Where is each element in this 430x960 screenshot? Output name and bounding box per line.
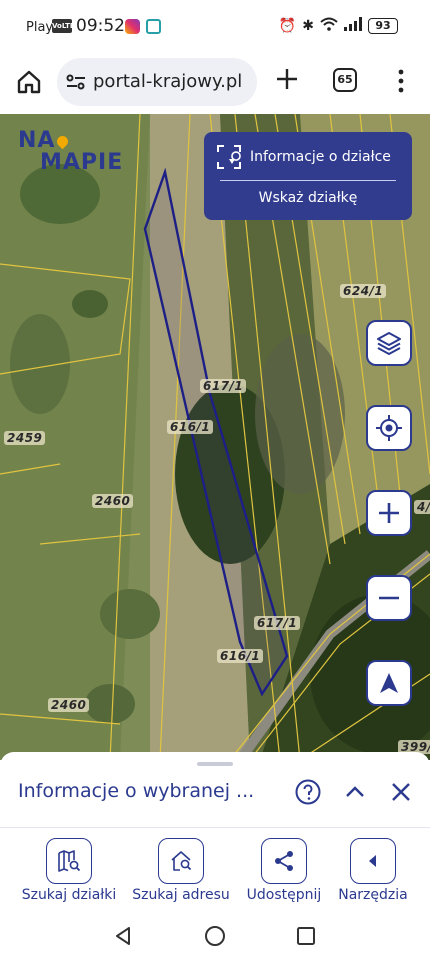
map-view[interactable]: NA MAPIE Informacje o działce Wskaż dzia… bbox=[0, 114, 430, 760]
na-mapie-logo: NA MAPIE bbox=[18, 130, 123, 174]
logo-line-2: MAPIE bbox=[40, 150, 124, 175]
sheet-title: Informacje o wybranej ... bbox=[18, 780, 255, 802]
search-address-label: Szukaj adresu bbox=[132, 887, 230, 903]
wifi-icon bbox=[320, 17, 338, 35]
sheet-drag-handle[interactable] bbox=[197, 762, 233, 766]
volte-icon: VoLTE bbox=[52, 19, 75, 33]
back-triangle-icon bbox=[116, 927, 130, 945]
home-nav-button[interactable] bbox=[203, 924, 227, 948]
instagram-notification-icon bbox=[125, 19, 140, 34]
app-notification-icon bbox=[146, 19, 161, 34]
tools-icon-box[interactable] bbox=[350, 838, 396, 884]
help-button[interactable] bbox=[294, 778, 322, 806]
tab-switcher-button[interactable]: 65 bbox=[333, 68, 357, 92]
chevron-up-icon bbox=[346, 786, 364, 797]
parcel-info-header[interactable]: Informacje o działce bbox=[216, 142, 402, 172]
address-bar[interactable]: portal-krajowy.pl bbox=[57, 58, 257, 106]
layers-icon bbox=[377, 332, 401, 356]
browser-menu-button[interactable] bbox=[391, 68, 411, 94]
battery-indicator: 93 bbox=[368, 18, 398, 34]
zoom-in-button[interactable] bbox=[366, 490, 412, 536]
parcel-label: 617/1 bbox=[200, 379, 247, 393]
tools-label: Narzędzia bbox=[338, 887, 408, 903]
clock: 09:52 bbox=[76, 16, 125, 36]
home-icon bbox=[17, 70, 41, 94]
url-text: portal-krajowy.pl bbox=[93, 71, 243, 92]
navigation-arrow-icon bbox=[380, 673, 398, 693]
minus-icon bbox=[379, 596, 399, 600]
signal-icon bbox=[344, 17, 362, 35]
share-icon-box[interactable] bbox=[261, 838, 307, 884]
recents-button[interactable] bbox=[294, 924, 318, 948]
parcel-info-title: Informacje o działce bbox=[250, 149, 391, 165]
status-bar: Play VoLTE 09:52 ⏰ ✱ 93 bbox=[0, 0, 430, 56]
carrier-label: Play bbox=[26, 20, 54, 35]
search-address-button[interactable]: Szukaj adresu bbox=[126, 838, 236, 903]
parcel-label: 2459 bbox=[4, 431, 46, 445]
zoom-out-button[interactable] bbox=[366, 575, 412, 621]
system-navigation-bar bbox=[0, 914, 430, 960]
search-parcel-icon-box[interactable] bbox=[46, 838, 92, 884]
parcel-details-sheet[interactable]: Informacje o wybranej ... bbox=[0, 752, 430, 828]
parcel-label: 2460 bbox=[92, 494, 134, 508]
location-target-icon bbox=[376, 415, 402, 441]
close-sheet-button[interactable] bbox=[389, 780, 413, 804]
help-icon bbox=[295, 779, 321, 805]
bluetooth-icon: ✱ bbox=[302, 18, 314, 34]
site-settings-icon[interactable] bbox=[65, 71, 87, 93]
parcel-label: 617/1 bbox=[254, 616, 301, 630]
expand-sheet-button[interactable] bbox=[343, 780, 367, 804]
home-circle-icon bbox=[205, 926, 225, 946]
share-icon bbox=[275, 851, 293, 871]
parcel-label: 616/1 bbox=[167, 420, 214, 434]
select-parcel-icon bbox=[217, 145, 241, 169]
plus-icon bbox=[379, 503, 399, 523]
logo-pin-icon bbox=[55, 133, 71, 150]
home-search-icon bbox=[171, 851, 192, 871]
search-parcel-label: Szukaj działki bbox=[21, 887, 117, 903]
map-search-icon bbox=[58, 850, 81, 872]
parcel-info-panel[interactable]: Informacje o działce Wskaż działkę bbox=[204, 132, 412, 220]
search-address-icon-box[interactable] bbox=[158, 838, 204, 884]
new-tab-button[interactable] bbox=[274, 66, 300, 92]
tools-button[interactable]: Narzędzia bbox=[318, 838, 428, 903]
bottom-toolbar: Szukaj działki Szukaj adresu Udostępnij … bbox=[0, 828, 430, 914]
divider bbox=[220, 180, 396, 181]
close-icon bbox=[392, 783, 410, 801]
parcel-label: 2460 bbox=[48, 698, 90, 712]
parcel-label: 616/1 bbox=[217, 649, 264, 663]
back-button[interactable] bbox=[111, 924, 135, 948]
status-icons: ⏰ ✱ 93 bbox=[279, 17, 398, 35]
search-parcel-button[interactable]: Szukaj działki bbox=[14, 838, 124, 903]
recents-square-icon bbox=[297, 927, 315, 945]
browser-toolbar: portal-krajowy.pl 65 bbox=[0, 56, 430, 114]
my-location-button[interactable] bbox=[366, 405, 412, 451]
compass-button[interactable] bbox=[366, 660, 412, 706]
more-vertical-icon bbox=[398, 69, 404, 93]
home-button[interactable] bbox=[14, 67, 44, 97]
layers-button[interactable] bbox=[366, 320, 412, 366]
alarm-icon: ⏰ bbox=[278, 18, 297, 34]
select-parcel-button[interactable]: Wskaż działkę bbox=[204, 190, 412, 206]
parcel-label: 4/2 bbox=[414, 500, 430, 514]
chevron-left-icon bbox=[369, 855, 376, 867]
parcel-label: 624/1 bbox=[340, 284, 387, 298]
plus-icon bbox=[277, 69, 297, 89]
